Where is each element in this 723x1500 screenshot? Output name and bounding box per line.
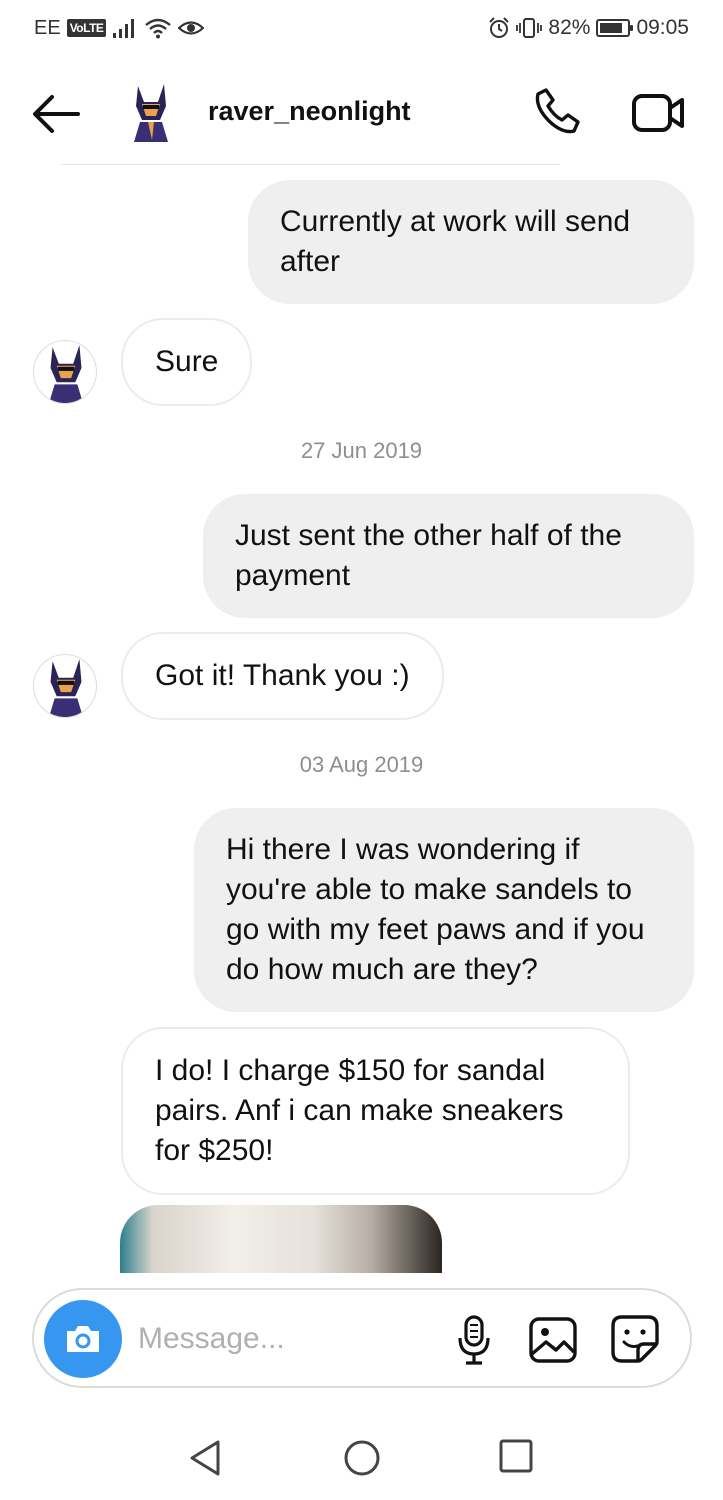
message-composer xyxy=(32,1288,692,1388)
header-divider xyxy=(60,164,560,165)
clock: 09:05 xyxy=(636,16,689,39)
battery-icon xyxy=(596,19,634,37)
phone-icon[interactable] xyxy=(532,86,582,136)
arrow-left-icon[interactable] xyxy=(30,92,82,136)
avatar-image xyxy=(49,345,83,403)
volte-badge: VoLTE xyxy=(66,19,107,37)
camera-button[interactable] xyxy=(44,1300,122,1378)
message-outgoing[interactable]: Just sent the other half of the payment xyxy=(203,494,694,618)
avatar[interactable] xyxy=(33,654,97,718)
status-bar: EE VoLTE 82% 09:05 xyxy=(0,0,723,56)
chat-header: raver_neonlight xyxy=(0,68,723,160)
alarm-icon xyxy=(489,17,510,38)
date-separator: 27 Jun 2019 xyxy=(300,438,423,463)
message-outgoing[interactable]: Currently at work will send after xyxy=(248,180,694,304)
battery-level-fill xyxy=(600,23,622,33)
sticker-icon[interactable] xyxy=(610,1314,660,1364)
image-icon[interactable] xyxy=(528,1316,578,1364)
status-bar-right: 82% 09:05 xyxy=(488,14,689,42)
nav-home-icon[interactable] xyxy=(342,1438,382,1478)
nav-recents-icon[interactable] xyxy=(498,1438,534,1474)
avatar-image xyxy=(49,659,83,717)
status-bar-left: EE VoLTE xyxy=(34,14,205,42)
message-outgoing[interactable]: Hi there I was wondering if you're able … xyxy=(194,808,694,1012)
message-input[interactable] xyxy=(138,1314,438,1364)
chat-username[interactable]: raver_neonlight xyxy=(208,96,411,127)
avatar[interactable] xyxy=(33,340,97,404)
wifi-icon xyxy=(145,18,172,39)
photo-message[interactable] xyxy=(120,1205,442,1273)
date-separator: 03 Aug 2019 xyxy=(299,752,424,777)
system-nav-bar xyxy=(0,1410,723,1500)
message-incoming[interactable]: I do! I charge $150 for sandal pairs. An… xyxy=(121,1027,630,1195)
carrier-name: EE xyxy=(34,16,61,39)
video-camera-icon[interactable] xyxy=(630,90,686,136)
signal-icon xyxy=(113,19,135,38)
avatar[interactable] xyxy=(120,80,182,142)
nav-back-icon[interactable] xyxy=(186,1438,226,1478)
eye-icon xyxy=(178,21,205,35)
vibrate-icon xyxy=(516,18,543,38)
message-incoming[interactable]: Sure xyxy=(121,318,253,406)
battery-percent: 82% xyxy=(548,16,591,39)
camera-icon xyxy=(67,1326,99,1352)
microphone-icon[interactable] xyxy=(454,1314,494,1366)
message-incoming[interactable]: Got it! Thank you :) xyxy=(121,632,444,720)
